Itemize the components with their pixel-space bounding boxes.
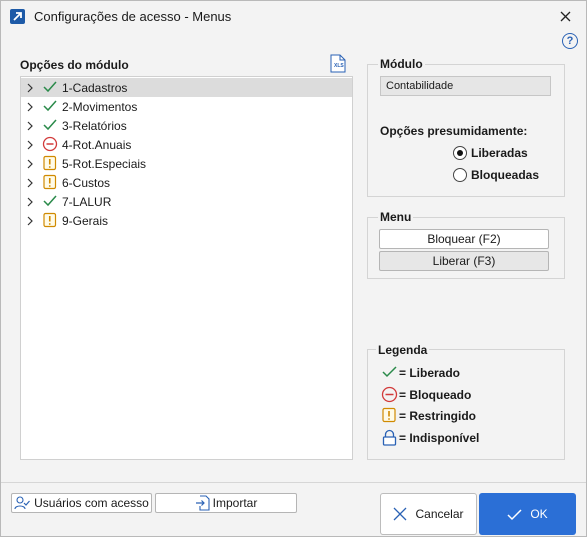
check-icon	[507, 508, 522, 520]
blocked-icon	[42, 136, 58, 152]
tree-row-label: 4-Rot.Anuais	[62, 138, 132, 152]
legend-blocked: = Bloqueado	[381, 386, 471, 403]
cancel-label: Cancelar	[415, 507, 464, 521]
default-options-heading: Opções presumidamente:	[380, 124, 528, 138]
tree-row[interactable]: 6-Custos	[21, 173, 352, 192]
tree-row-label: 6-Custos	[62, 176, 111, 190]
tree-row-label: 5-Rot.Especiais	[62, 157, 147, 171]
chevron-right-icon[interactable]	[25, 101, 35, 112]
lock-icon	[381, 429, 398, 446]
radio-liberadas[interactable]: Liberadas	[453, 146, 528, 160]
tree-row[interactable]: 7-LALUR	[21, 192, 352, 211]
module-heading: Módulo	[378, 57, 425, 71]
module-options-tree[interactable]: 1-Cadastros 2-Movimentos 3-Relatórios 4-Rot…	[20, 76, 353, 460]
import-button[interactable]: Importar	[155, 493, 297, 513]
radio-bloqueadas[interactable]: Bloqueadas	[453, 168, 539, 182]
chevron-right-icon[interactable]	[25, 196, 35, 207]
legend-restricted: = Restringido	[381, 407, 476, 424]
radio-liberadas-label: Liberadas	[471, 146, 528, 160]
menu-heading: Menu	[378, 210, 414, 224]
check-icon	[42, 79, 58, 95]
tree-row[interactable]: 2-Movimentos	[21, 97, 352, 116]
restricted-icon	[42, 212, 58, 228]
ok-label: OK	[530, 507, 548, 521]
restricted-icon	[42, 155, 58, 171]
dialog-window: Configurações de acesso - Menus ? Opções…	[0, 0, 587, 537]
check-icon	[42, 117, 58, 133]
check-icon	[42, 193, 58, 209]
tree-row[interactable]: 1-Cadastros	[21, 78, 352, 97]
legend-released-label: = Liberado	[399, 365, 461, 380]
legend-heading: Legenda	[376, 343, 430, 357]
chevron-right-icon[interactable]	[25, 82, 35, 93]
tree-row-label: 2-Movimentos	[62, 100, 138, 114]
chevron-right-icon[interactable]	[25, 120, 35, 131]
tree-row[interactable]: 5-Rot.Especiais	[21, 154, 352, 173]
tree-row[interactable]: 9-Gerais	[21, 211, 352, 230]
window-title: Configurações de acesso - Menus	[34, 9, 232, 24]
chevron-right-icon[interactable]	[25, 158, 35, 169]
tree-row-label: 9-Gerais	[62, 214, 109, 228]
restricted-icon	[42, 174, 58, 190]
check-icon	[381, 364, 398, 381]
import-label: Importar	[212, 496, 258, 510]
check-icon	[42, 98, 58, 114]
legend-unavailable: = Indisponível	[381, 429, 479, 446]
close-icon	[560, 11, 570, 21]
import-icon	[195, 495, 210, 511]
radio-bloqueadas-label: Bloqueadas	[471, 168, 540, 182]
chevron-right-icon[interactable]	[25, 139, 35, 150]
chevron-right-icon[interactable]	[25, 177, 35, 188]
close-icon	[394, 507, 407, 521]
help-icon[interactable]: ?	[562, 33, 578, 49]
legend-restricted-label: = Restringido	[399, 408, 477, 423]
radio-liberadas-dot[interactable]	[453, 146, 467, 160]
user-check-icon	[14, 496, 31, 510]
tree-row-label: 3-Relatórios	[62, 119, 127, 133]
release-button[interactable]: Liberar (F3)	[379, 251, 549, 271]
chevron-right-icon[interactable]	[25, 215, 35, 226]
xls-label: XLS	[334, 63, 344, 69]
users-with-access-button[interactable]: Usuários com acesso	[11, 493, 152, 513]
module-field: Contabilidade	[380, 76, 551, 96]
tree-row-label: 1-Cadastros	[62, 81, 128, 95]
close-button[interactable]	[553, 5, 577, 27]
app-icon	[10, 9, 25, 24]
tree-row-label: 7-LALUR	[62, 195, 112, 209]
radio-bloqueadas-dot[interactable]	[453, 168, 467, 182]
legend-blocked-label: = Bloqueado	[399, 387, 472, 402]
legend-released: = Liberado	[381, 364, 460, 381]
footer-divider	[1, 482, 586, 483]
restricted-icon	[381, 407, 398, 424]
title-bar: Configurações de acesso - Menus	[1, 1, 586, 32]
ok-button[interactable]: OK	[479, 493, 576, 535]
tree-row[interactable]: 4-Rot.Anuais	[21, 135, 352, 154]
cancel-button[interactable]: Cancelar	[380, 493, 477, 535]
block-button[interactable]: Bloquear (F2)	[379, 229, 549, 249]
legend-unavailable-label: = Indisponível	[399, 430, 480, 445]
users-with-access-label: Usuários com acesso	[34, 496, 149, 510]
tree-row[interactable]: 3-Relatórios	[21, 116, 352, 135]
export-xls-icon[interactable]: XLS	[330, 54, 346, 73]
blocked-icon	[381, 386, 398, 403]
module-options-heading: Opções do módulo	[20, 58, 129, 72]
